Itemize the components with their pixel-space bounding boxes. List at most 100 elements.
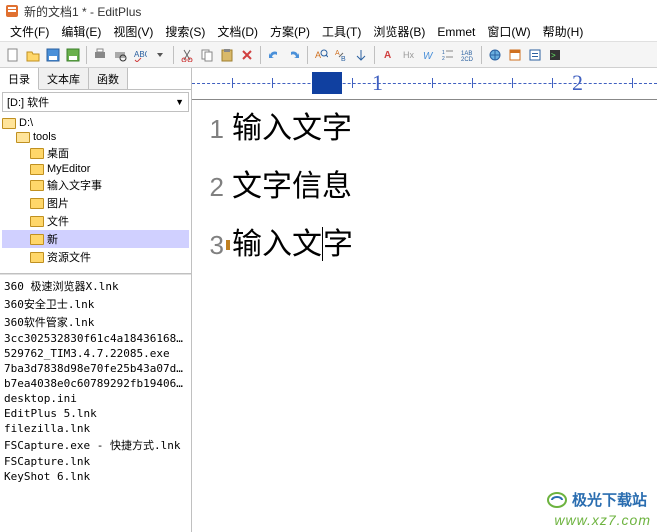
file-item[interactable]: FSCapture.lnk	[2, 454, 189, 469]
dropdown-icon[interactable]	[151, 46, 169, 64]
svg-text:A: A	[315, 50, 321, 60]
sidebar: 日录 文本库 函数 [D:] 软件 ▼ D:\tools 桌面MyEditor输入…	[0, 68, 192, 532]
file-list[interactable]: 360 极速浏览器X.lnk360安全卫士.lnk360软件管家.lnk3cc3…	[0, 274, 191, 532]
menu-help[interactable]: 帮助(H)	[537, 21, 590, 42]
tree-item[interactable]: 输入文字事	[2, 176, 189, 194]
cut-icon[interactable]	[178, 46, 196, 64]
menu-file[interactable]: 文件(F)	[4, 21, 55, 42]
drive-label: [D:] 软件	[7, 94, 49, 110]
file-item[interactable]: b7ea4038e0c60789292fb194066a	[2, 376, 189, 391]
tab-functions[interactable]: 函数	[89, 68, 128, 89]
open-icon[interactable]	[24, 46, 42, 64]
file-item[interactable]: desktop.ini	[2, 391, 189, 406]
line-number: 3	[192, 216, 224, 274]
tree-item-label: tools	[33, 131, 56, 143]
undo-icon[interactable]	[265, 46, 283, 64]
menu-view[interactable]: 视图(V)	[107, 21, 159, 42]
tree-item[interactable]: 新	[2, 230, 189, 248]
svg-text:ABC: ABC	[134, 50, 147, 59]
find-icon[interactable]: A	[312, 46, 330, 64]
file-item[interactable]: 360软件管家.lnk	[2, 313, 189, 331]
print-preview-icon[interactable]	[111, 46, 129, 64]
ruler[interactable]: 1 2	[192, 68, 657, 100]
tree-item[interactable]: 桌面	[2, 144, 189, 162]
editor-pane: 1 2 123 输入文字文字信息输入文字	[192, 68, 657, 532]
delete-icon[interactable]	[238, 46, 256, 64]
terminal-icon[interactable]: >	[546, 46, 564, 64]
text-line[interactable]: 输入文字	[232, 100, 657, 158]
drive-selector[interactable]: [D:] 软件 ▼	[2, 92, 189, 112]
svg-text:W: W	[423, 51, 434, 62]
menu-window[interactable]: 窗口(W)	[481, 21, 536, 42]
folder-icon	[30, 252, 44, 263]
tree-item[interactable]: D:\	[2, 116, 189, 130]
tree-item-label: 输入文字事	[47, 177, 102, 193]
replace-icon[interactable]: AB	[332, 46, 350, 64]
menu-search[interactable]: 搜索(S)	[159, 21, 211, 42]
folder-tree[interactable]: D:\tools 桌面MyEditor输入文字事图片文件新资源文件	[0, 114, 191, 274]
file-item[interactable]: 360安全卫士.lnk	[2, 295, 189, 313]
settings-icon[interactable]	[526, 46, 544, 64]
window-icon[interactable]	[506, 46, 524, 64]
file-item[interactable]: 3cc302532830f61c4a18436168ff	[2, 331, 189, 346]
text-area[interactable]: 输入文字文字信息输入文字	[232, 100, 657, 532]
folder-icon	[30, 148, 44, 159]
tab-directory[interactable]: 日录	[0, 68, 39, 90]
watermark-brand: 极光下载站	[546, 489, 647, 510]
print-icon[interactable]	[91, 46, 109, 64]
tree-item[interactable]: 文件	[2, 212, 189, 230]
goto-icon[interactable]	[352, 46, 370, 64]
menu-browser[interactable]: 浏览器(B)	[367, 21, 431, 42]
text-line[interactable]: 输入文字	[232, 216, 657, 274]
columns-icon[interactable]: 1AB2CD	[459, 46, 477, 64]
copy-icon[interactable]	[198, 46, 216, 64]
menu-bar: 文件(F) 编辑(E) 视图(V) 搜索(S) 文档(D) 方案(P) 工具(T…	[0, 22, 657, 42]
tree-item-label: 新	[47, 231, 58, 247]
file-item[interactable]: 529762_TIM3.4.7.22085.exe	[2, 346, 189, 361]
tree-item[interactable]: 图片	[2, 194, 189, 212]
file-item[interactable]: EditPlus 5.lnk	[2, 406, 189, 421]
new-file-icon[interactable]	[4, 46, 22, 64]
line-mark-icon	[226, 240, 230, 250]
font-color-icon[interactable]: A	[379, 46, 397, 64]
file-item[interactable]: 360 极速浏览器X.lnk	[2, 277, 189, 295]
text-line[interactable]: 文字信息	[232, 158, 657, 216]
file-item[interactable]: FSCapture.exe - 快捷方式.lnk	[2, 436, 189, 454]
text-caret	[322, 227, 323, 261]
editor-content[interactable]: 123 输入文字文字信息输入文字	[192, 100, 657, 532]
file-item[interactable]: KeyShot 6.lnk	[2, 469, 189, 484]
spellcheck-icon[interactable]: ABC	[131, 46, 149, 64]
separator	[374, 46, 375, 64]
svg-text:B: B	[341, 56, 346, 62]
tree-item-label: 桌面	[47, 145, 69, 161]
menu-document[interactable]: 文档(D)	[211, 21, 264, 42]
file-item[interactable]: 7ba3d7838d98e70fe25b43a07d7e	[2, 361, 189, 376]
chevron-down-icon: ▼	[175, 97, 184, 107]
redo-icon[interactable]	[285, 46, 303, 64]
highlight-icon[interactable]: Hx	[399, 46, 417, 64]
folder-icon	[16, 132, 30, 143]
wordwrap-icon[interactable]: W	[419, 46, 437, 64]
save-all-icon[interactable]	[64, 46, 82, 64]
browser-icon[interactable]	[486, 46, 504, 64]
ruler-marker[interactable]	[312, 72, 342, 94]
main-area: 日录 文本库 函数 [D:] 软件 ▼ D:\tools桌面MyEditor输入…	[0, 68, 657, 532]
tree-item[interactable]: 资源文件	[2, 248, 189, 266]
save-icon[interactable]	[44, 46, 62, 64]
watermark-url: www.xz7.com	[554, 512, 651, 528]
tree-item-label: D:\	[19, 117, 33, 129]
line-gutter: 123	[192, 100, 232, 532]
menu-edit[interactable]: 编辑(E)	[55, 21, 107, 42]
file-item[interactable]: filezilla.lnk	[2, 421, 189, 436]
folder-icon	[30, 180, 44, 191]
tree-item[interactable]: tools	[2, 130, 189, 144]
menu-project[interactable]: 方案(P)	[264, 21, 316, 42]
menu-emmet[interactable]: Emmet	[431, 23, 481, 41]
paste-icon[interactable]	[218, 46, 236, 64]
folder-icon	[2, 118, 16, 129]
tree-item-label: 图片	[47, 195, 69, 211]
tab-textlib[interactable]: 文本库	[39, 68, 89, 89]
linenumber-icon[interactable]: 12	[439, 46, 457, 64]
tree-item[interactable]: MyEditor	[2, 162, 189, 176]
menu-tools[interactable]: 工具(T)	[316, 21, 367, 42]
